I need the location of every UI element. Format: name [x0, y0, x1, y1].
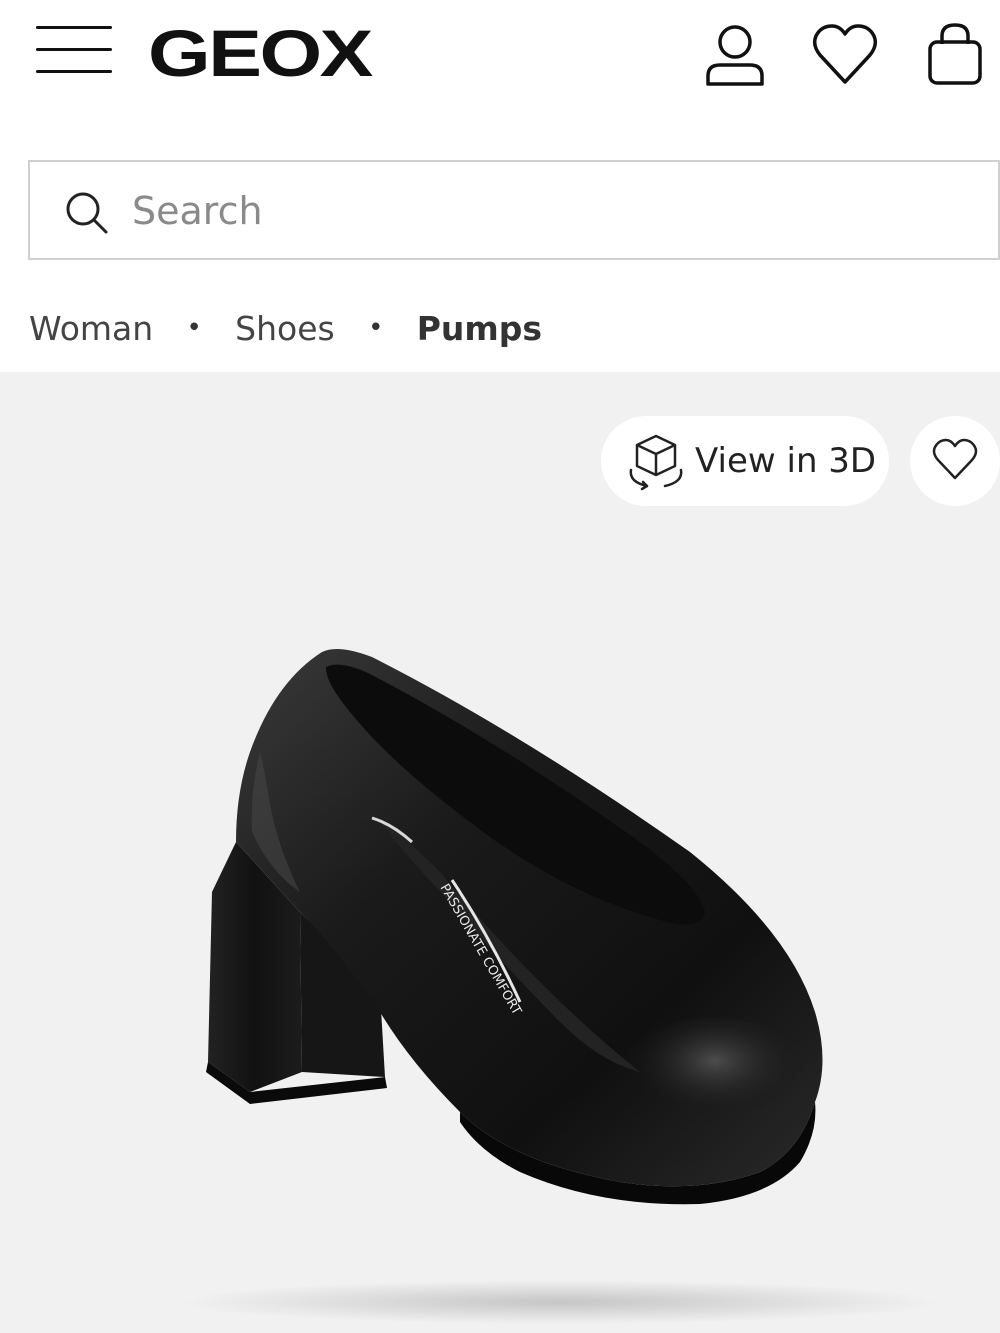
- menu-button[interactable]: [36, 20, 114, 80]
- hamburger-menu-icon: [36, 26, 112, 29]
- heart-icon: [812, 24, 878, 84]
- breadcrumb-woman[interactable]: Woman: [29, 309, 153, 348]
- view-in-3d-label: View in 3D: [695, 441, 877, 481]
- shopping-bag-icon: [928, 23, 982, 85]
- site-header: GEOX: [0, 0, 1000, 140]
- breadcrumb-separator: •: [368, 313, 384, 343]
- view-in-3d-button[interactable]: View in 3D: [601, 416, 889, 506]
- 3d-cube-rotate-icon: [629, 434, 683, 491]
- breadcrumb-shoes[interactable]: Shoes: [235, 309, 335, 348]
- breadcrumb-pumps: Pumps: [416, 308, 543, 348]
- product-image-black-pump[interactable]: PASSIONATE COMFORT: [0, 372, 1000, 1333]
- search-bar[interactable]: [28, 160, 1000, 260]
- heart-icon: [932, 438, 978, 480]
- product-gallery[interactable]: PASSIONATE COMFORT View in 3D: [0, 372, 1000, 1333]
- search-input[interactable]: [130, 180, 970, 242]
- breadcrumb-separator: •: [186, 313, 202, 343]
- account-button[interactable]: [702, 22, 768, 88]
- hamburger-menu-icon-line: [36, 70, 112, 73]
- wishlist-button[interactable]: [811, 22, 878, 88]
- add-to-wishlist-button[interactable]: [910, 416, 1000, 506]
- search-icon: [66, 192, 108, 234]
- geox-logo[interactable]: GEOX: [148, 20, 373, 86]
- user-icon: [706, 25, 764, 86]
- hamburger-menu-icon-line: [36, 48, 112, 51]
- breadcrumb: Woman • Shoes • Pumps: [29, 300, 542, 356]
- cart-button[interactable]: [922, 22, 988, 88]
